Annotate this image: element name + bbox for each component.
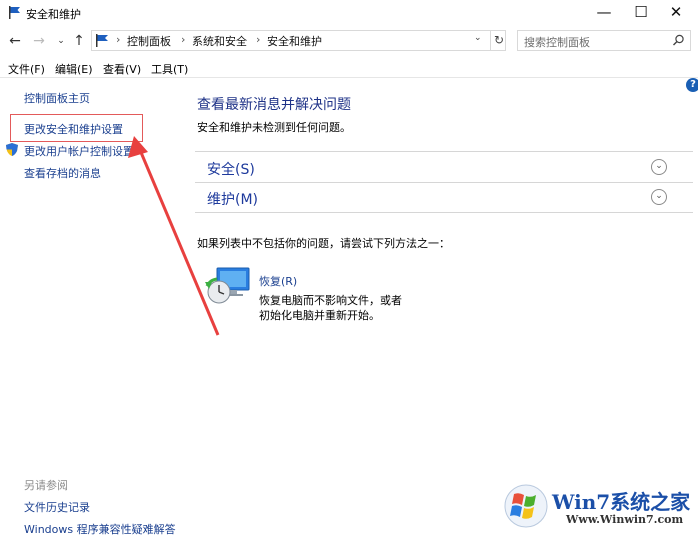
sidebar-item-change-security-settings[interactable]: 更改安全和维护设置 <box>24 121 123 137</box>
windows-logo-watermark <box>504 484 548 528</box>
chevron-down-icon[interactable]: ⌄ <box>651 189 667 205</box>
recent-locations-icon[interactable]: ⌄ <box>52 31 70 51</box>
up-icon[interactable]: ↑ <box>70 31 88 51</box>
sidebar-item-control-panel-home[interactable]: 控制面板主页 <box>24 90 90 106</box>
search-icon[interactable] <box>672 34 685 47</box>
section-maintenance[interactable]: 维护(M) <box>207 189 258 209</box>
help-icon[interactable]: ? <box>686 78 698 92</box>
close-button[interactable]: ✕ <box>653 0 698 26</box>
breadcrumb-security-maintenance[interactable]: 安全和维护 <box>267 33 322 49</box>
shield-icon <box>6 143 18 156</box>
breadcrumb-control-panel[interactable]: 控制面板 <box>127 33 171 49</box>
troubleshoot-hint: 如果列表中不包括你的问题，请尝试下列方法之一： <box>197 237 450 250</box>
menu-divider <box>0 77 698 78</box>
window-title: 安全和维护 <box>26 8 81 21</box>
status-text: 安全和维护未检测到任何问题。 <box>197 121 351 134</box>
section-security[interactable]: 安全(S) <box>207 159 255 179</box>
sidebar-item-change-uac-settings[interactable]: 更改用户帐户控制设置 <box>24 143 134 159</box>
see-also-file-history[interactable]: 文件历史记录 <box>24 499 90 515</box>
watermark-url: Www.Winwin7.com <box>566 513 684 526</box>
breadcrumb-system-security[interactable]: 系统和安全 <box>192 33 247 49</box>
breadcrumb-separator: › <box>256 33 261 46</box>
section-divider <box>195 212 693 213</box>
address-dropdown-icon[interactable]: ⌄ <box>474 33 482 43</box>
flag-icon <box>96 34 108 47</box>
chevron-down-icon[interactable]: ⌄ <box>651 159 667 175</box>
recovery-link[interactable]: 恢复(R) <box>259 273 297 289</box>
refresh-icon[interactable]: ↻ <box>490 31 507 50</box>
sidebar-item-archived-messages[interactable]: 查看存档的消息 <box>24 165 101 181</box>
flag-icon <box>9 6 20 19</box>
section-divider <box>195 151 693 152</box>
recovery-description: 初始化电脑并重新开始。 <box>259 309 380 322</box>
menu-file[interactable]: 文件(F) <box>8 61 45 77</box>
back-icon[interactable]: ← <box>6 31 24 51</box>
recovery-icon <box>205 267 250 304</box>
section-divider <box>195 182 693 183</box>
recovery-description: 恢复电脑而不影响文件，或者 <box>259 294 402 307</box>
menu-view[interactable]: 查看(V) <box>103 61 141 77</box>
breadcrumb-separator: › <box>116 33 121 46</box>
breadcrumb-separator: › <box>181 33 186 46</box>
menu-tools[interactable]: 工具(T) <box>151 61 188 77</box>
see-also-label: 另请参阅 <box>24 479 68 492</box>
forward-icon[interactable]: → <box>30 31 48 51</box>
page-title: 查看最新消息并解决问题 <box>197 97 351 113</box>
search-placeholder: 搜索控制面板 <box>524 36 590 49</box>
watermark-text: Win7系统之家 <box>552 490 691 514</box>
menu-edit[interactable]: 编辑(E) <box>55 61 93 77</box>
